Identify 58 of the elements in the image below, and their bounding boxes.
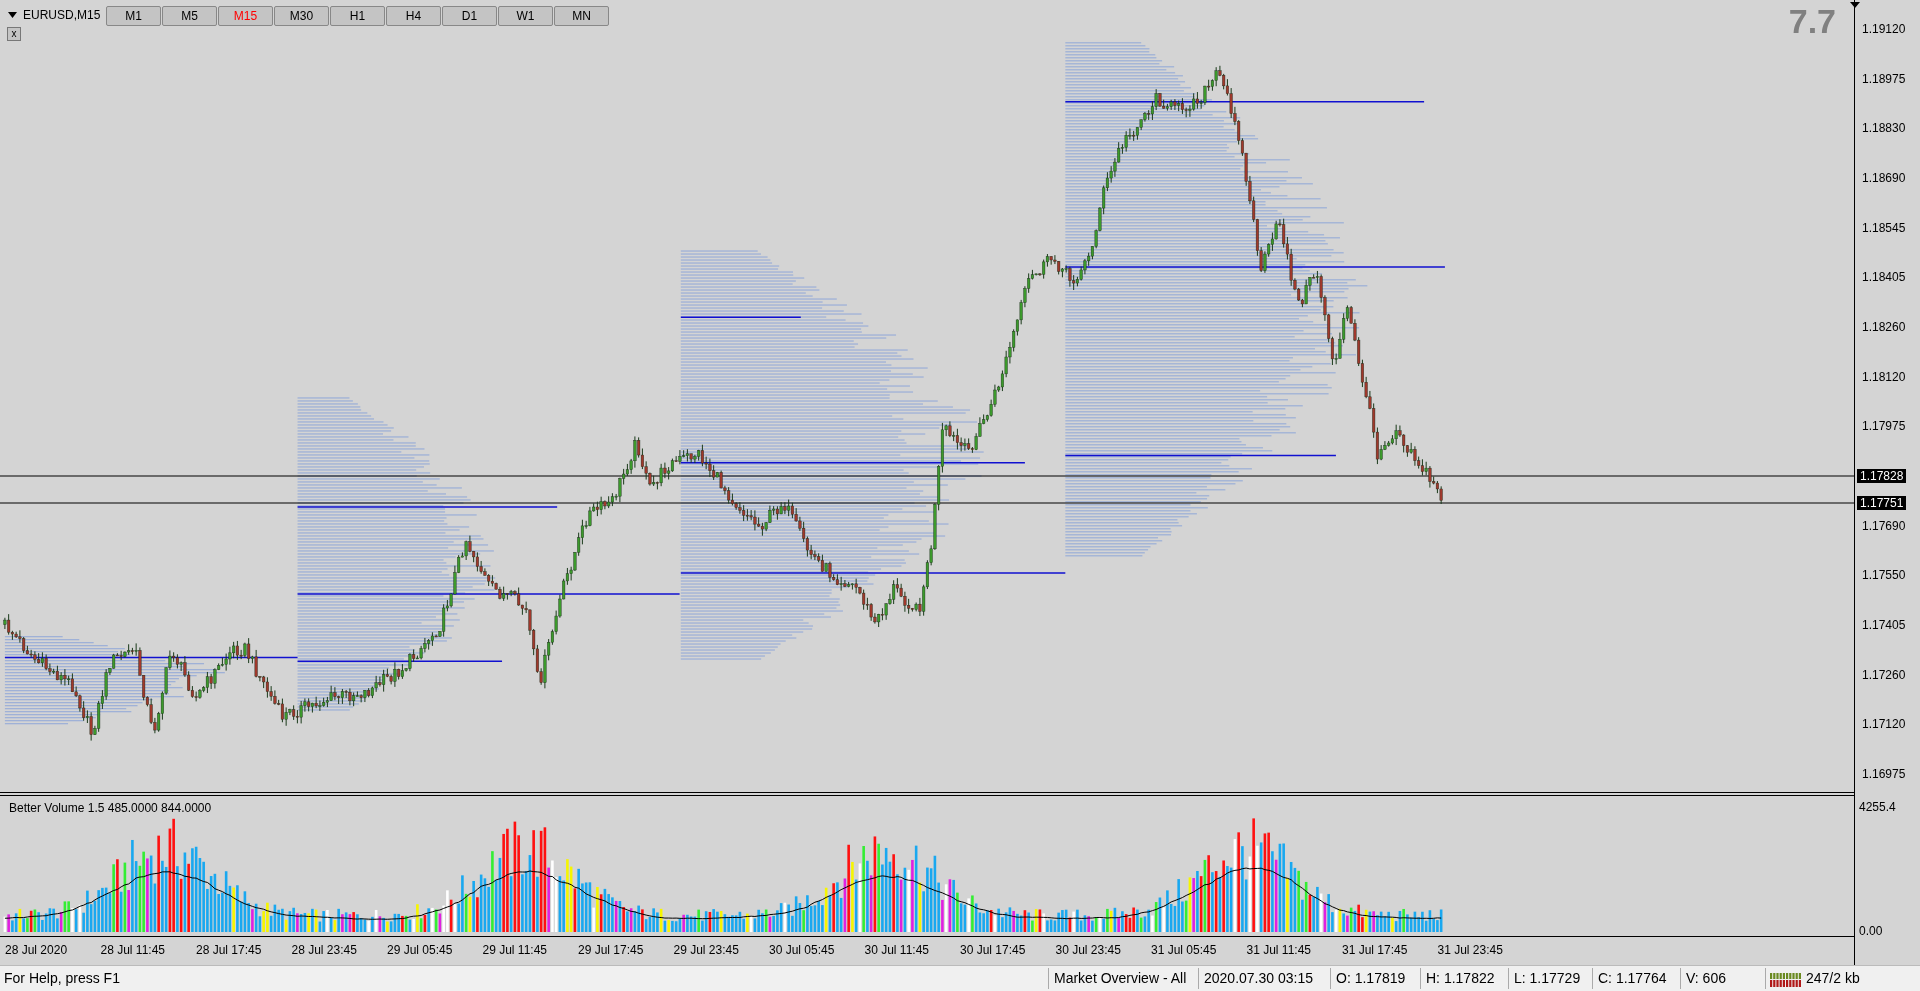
timeframe-button[interactable]: H1 [330, 6, 385, 26]
price-label: 1.18975 [1862, 72, 1906, 85]
volume-axis-label: 4255.4 [1859, 801, 1896, 813]
time-label: 28 Jul 17:45 [196, 942, 262, 959]
timeframe-button[interactable]: D1 [442, 6, 497, 26]
time-label: 30 Jul 23:45 [1055, 942, 1121, 959]
price-tag: 1.17828 [1857, 469, 1907, 483]
timeframe-button[interactable]: M30 [274, 6, 329, 26]
time-label: 31 Jul 17:45 [1342, 942, 1408, 959]
timeframe-button[interactable]: H4 [386, 6, 441, 26]
price-label: 1.19120 [1862, 23, 1906, 35]
price-label: 1.17120 [1862, 718, 1906, 731]
price-label: 1.17260 [1862, 668, 1906, 681]
price-label: 1.18545 [1862, 221, 1906, 234]
status-cell: V: 606 [1680, 968, 1765, 989]
time-label: 30 Jul 17:45 [960, 942, 1026, 959]
connection-bars-icon [1770, 970, 1802, 987]
price-label: 1.18260 [1862, 321, 1906, 333]
time-label: 28 Jul 11:45 [100, 942, 165, 959]
price-label: 1.17550 [1862, 569, 1906, 582]
price-label: 1.16975 [1862, 768, 1906, 781]
timeframe-button[interactable]: MN [554, 6, 609, 26]
time-label: 28 Jul 2020 [5, 942, 68, 959]
status-cell: L: 1.17729 [1508, 968, 1592, 989]
corner-value: 7.7 [1788, 4, 1836, 38]
status-cell: C: 1.17764 [1592, 968, 1680, 989]
price-label: 1.18690 [1862, 172, 1906, 184]
time-label: 28 Jul 23:45 [291, 942, 357, 959]
timeframe-button[interactable]: M5 [162, 6, 217, 26]
symbol-label: EURUSD,M15 [23, 7, 101, 24]
traffic-text: 247/2 kb [1806, 969, 1860, 988]
status-cell: H: 1.17822 [1420, 968, 1508, 989]
time-label: 29 Jul 17:45 [578, 942, 644, 959]
time-label: 30 Jul 05:45 [769, 942, 835, 959]
close-button[interactable]: x [7, 27, 21, 41]
time-label: 31 Jul 11:45 [1246, 942, 1311, 959]
price-tag: 1.17751 [1857, 496, 1907, 510]
volume-axis-label: 0.00 [1859, 925, 1883, 937]
indicator-title: Better Volume 1.5 485.0000 844.0000 [9, 800, 212, 817]
price-label: 1.17690 [1862, 519, 1906, 532]
status-cell: Market Overview - All [1048, 968, 1198, 989]
price-label: 1.18405 [1862, 271, 1906, 284]
status-cell: 2020.07.30 03:15 [1198, 968, 1330, 989]
time-label: 29 Jul 11:45 [482, 942, 547, 959]
time-label: 29 Jul 23:45 [673, 942, 739, 959]
dropdown-icon[interactable] [8, 12, 17, 18]
price-label: 1.17405 [1862, 619, 1906, 632]
help-text: For Help, press F1 [3, 969, 121, 988]
status-cell: O: 1.17819 [1330, 968, 1420, 989]
price-label: 1.17975 [1862, 420, 1906, 433]
timeframe-button[interactable]: W1 [498, 6, 553, 26]
price-label: 1.18830 [1862, 122, 1906, 135]
time-label: 31 Jul 23:45 [1437, 942, 1503, 959]
price-label: 1.18120 [1862, 370, 1906, 383]
time-label: 31 Jul 05:45 [1151, 942, 1217, 959]
time-label: 29 Jul 05:45 [387, 942, 453, 959]
timeframe-button[interactable]: M1 [106, 6, 161, 26]
time-label: 30 Jul 11:45 [864, 942, 929, 959]
